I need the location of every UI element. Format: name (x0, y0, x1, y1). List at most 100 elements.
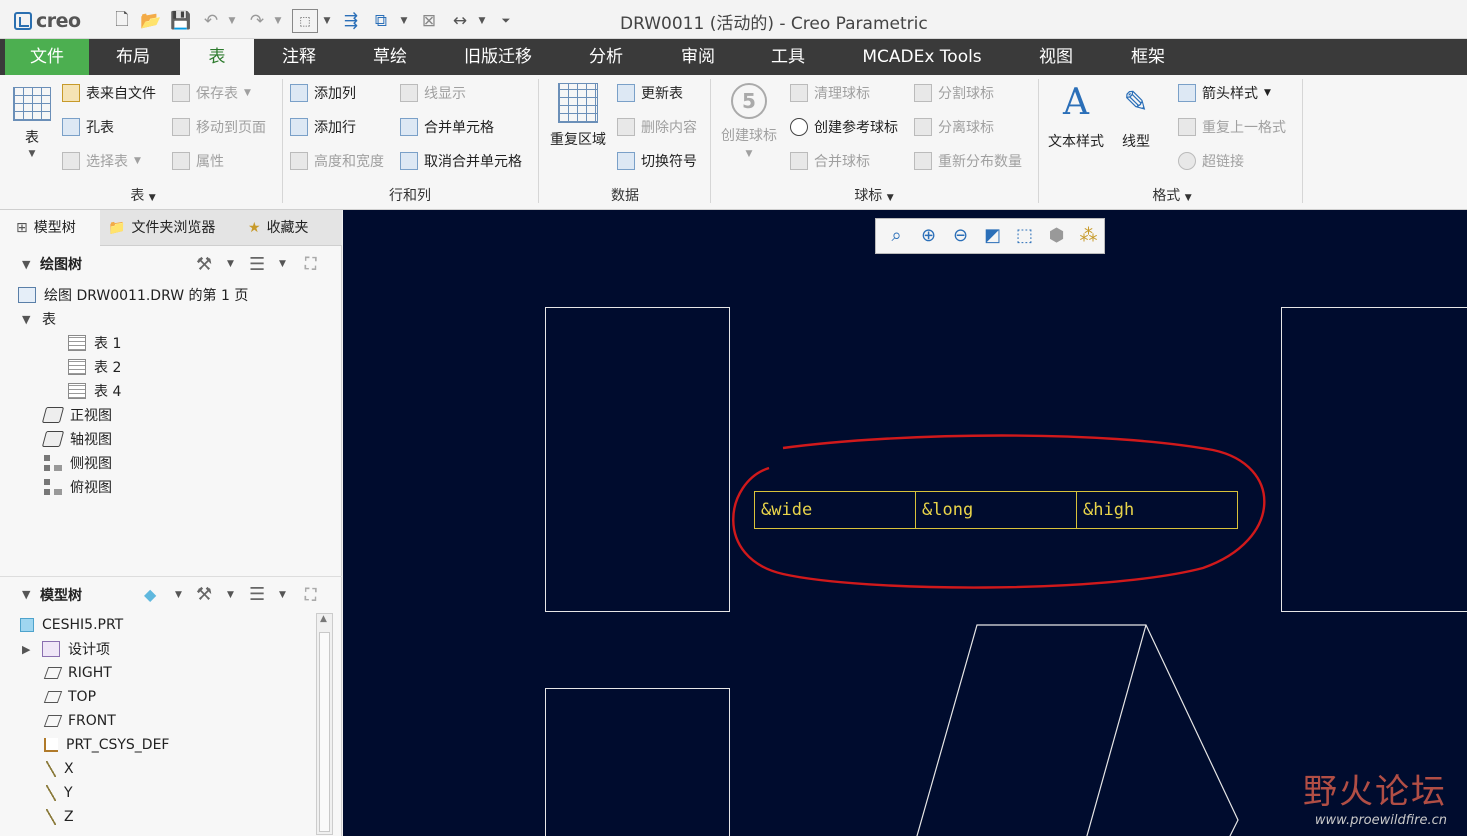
model-selector-icon[interactable]: ◆ (144, 585, 156, 604)
repeat-region-button[interactable]: 重复区域 (546, 83, 610, 149)
settings-dropdown-icon[interactable]: ▼ (227, 590, 234, 600)
redistribute-quantities-button[interactable]: 重新分布数量 (914, 151, 1022, 171)
model-tree-header[interactable]: ▼ 模型树 ◆ ▼ ⚒ ▼ ☰ ▼ ⛶ (0, 576, 342, 612)
tab-table[interactable]: 表 (180, 39, 254, 75)
tab-model-tree[interactable]: ⊞ 模型树 (0, 210, 100, 246)
tab-mcadex-tools[interactable]: MCADEx Tools (848, 39, 996, 75)
add-row-button[interactable]: 添加行 (290, 117, 356, 137)
table-cell-high[interactable]: &high (1077, 492, 1237, 528)
arrow-style-button[interactable]: 箭头样式 ▼ (1178, 83, 1271, 103)
tab-review[interactable]: 审阅 (664, 39, 732, 75)
create-reference-balloon-button[interactable]: 创建参考球标 (790, 117, 898, 137)
filter-icon[interactable]: ⛶ (305, 254, 316, 274)
model-tree-scrollbar[interactable]: ▲ (316, 613, 333, 835)
table-big-button[interactable]: 表 ▼ (10, 87, 54, 159)
tree-table-item[interactable]: 表 1 (68, 332, 121, 354)
open-icon[interactable]: 📂 (140, 10, 162, 32)
tree-tables-node[interactable]: ▼ 表 (22, 308, 56, 330)
close-window-icon[interactable]: ⊠ (418, 10, 440, 32)
remove-content-button[interactable]: 删除内容 (617, 117, 697, 137)
settings-icon[interactable]: ⚒ (196, 584, 212, 605)
unmerge-cells-button[interactable]: 取消合并单元格 (400, 151, 522, 171)
merge-balloons-button[interactable]: 合并球标 (790, 151, 870, 171)
show-icon[interactable]: ☰ (249, 584, 265, 605)
scrollbar-thumb[interactable] (319, 632, 330, 832)
tree-datum-plane[interactable]: RIGHT (43, 662, 112, 684)
model-selector-dropdown-icon[interactable]: ▼ (175, 590, 182, 600)
windows-icon[interactable]: ⧉ (370, 10, 392, 32)
tab-favorites[interactable]: ★ 收藏夹 (244, 210, 342, 246)
tree-view-item[interactable]: 轴视图 (41, 428, 112, 450)
tree-table-item[interactable]: 表 4 (68, 380, 121, 402)
select-box-icon[interactable]: ⬚ (292, 9, 318, 33)
move-to-sheet-button[interactable]: 移动到页面 (172, 117, 266, 137)
tab-sketch[interactable]: 草绘 (352, 39, 428, 75)
save-table-button[interactable]: 保存表 ▼ (172, 83, 251, 103)
redo-dropdown-icon[interactable]: ▼ (272, 10, 284, 32)
dimension-dropdown-icon[interactable]: ▼ (476, 10, 488, 32)
tab-file[interactable]: 文件 (5, 39, 89, 75)
show-icon[interactable]: ☰ (249, 254, 265, 275)
expand-icon[interactable]: ▶ (22, 643, 34, 656)
tab-layout[interactable]: 布局 (95, 39, 171, 75)
table-cell-wide[interactable]: &wide (755, 492, 916, 528)
new-icon[interactable]: 🗋 (112, 10, 132, 32)
line-style-button[interactable]: ✎ 线型 (1112, 81, 1160, 151)
create-balloon-button[interactable]: 5 创建球标 ▼ (716, 83, 782, 159)
expand-icon[interactable]: ▼ (22, 313, 34, 326)
hole-table-button[interactable]: 孔表 (62, 117, 114, 137)
tree-view-item[interactable]: 侧视图 (44, 452, 112, 474)
settings-dropdown-icon[interactable]: ▼ (227, 259, 234, 269)
tree-datum-plane[interactable]: TOP (43, 686, 96, 708)
line-display-button[interactable]: 线显示 (400, 83, 466, 103)
tree-feature-item[interactable]: ▶ 设计项 (22, 638, 110, 660)
format-group-label[interactable]: 格式 ▼ (1144, 185, 1200, 205)
add-column-button[interactable]: 添加列 (290, 83, 356, 103)
save-icon[interactable]: 💾 (170, 10, 192, 32)
tree-datum-plane[interactable]: FRONT (43, 710, 116, 732)
balloon-group-label[interactable]: 球标 ▼ (846, 185, 902, 205)
clean-balloons-button[interactable]: 清理球标 (790, 83, 870, 103)
properties-button[interactable]: 属性 (172, 151, 224, 171)
table-from-file-button[interactable]: 表来自文件 (62, 83, 156, 103)
drawing-table[interactable]: &wide &long &high (754, 491, 1238, 529)
redo-icon[interactable]: ↷ (246, 10, 268, 32)
dimension-icon[interactable]: ↔ (448, 10, 472, 32)
split-balloon-button[interactable]: 分割球标 (914, 83, 994, 103)
tab-folder-browser[interactable]: 📁 文件夹浏览器 (104, 210, 238, 246)
filter-icon[interactable]: ⛶ (305, 585, 316, 605)
tab-analysis[interactable]: 分析 (572, 39, 640, 75)
update-tables-button[interactable]: 更新表 (617, 83, 683, 103)
repeat-last-format-button[interactable]: 重复上一格式 (1178, 117, 1286, 137)
undo-dropdown-icon[interactable]: ▼ (226, 10, 238, 32)
tree-part-item[interactable]: CESHI5.PRT (20, 614, 123, 636)
drawing-canvas[interactable]: ⌕ ⊕ ⊖ ◩ ⬚ ⬢ ⁂ &wide &long &high 野火论坛 www… (343, 210, 1467, 836)
tree-sheet-item[interactable]: 绘图 DRW0011.DRW 的第 1 页 (18, 284, 248, 306)
table-group-label[interactable]: 表 ▼ (120, 185, 166, 205)
show-dropdown-icon[interactable]: ▼ (279, 259, 286, 269)
tree-view-item[interactable]: 正视图 (41, 404, 112, 426)
tree-view-item[interactable]: 俯视图 (44, 476, 112, 498)
collapse-icon[interactable]: ▼ (22, 258, 34, 271)
settings-icon[interactable]: ⚒ (196, 254, 212, 275)
show-dropdown-icon[interactable]: ▼ (279, 590, 286, 600)
tree-axis[interactable]: X (46, 758, 74, 780)
tab-view[interactable]: 视图 (1024, 39, 1088, 75)
tree-csys[interactable]: PRT_CSYS_DEF (44, 734, 169, 756)
tab-tools[interactable]: 工具 (756, 39, 820, 75)
select-table-button[interactable]: 选择表 ▼ (62, 151, 141, 171)
regenerate-icon[interactable]: ⇶ (340, 10, 362, 32)
select-dropdown-icon[interactable]: ▼ (320, 10, 334, 32)
tree-table-item[interactable]: 表 2 (68, 356, 121, 378)
tab-legacy-migration[interactable]: 旧版迁移 (454, 39, 542, 75)
collapse-icon[interactable]: ▼ (22, 588, 34, 601)
hyperlink-button[interactable]: 超链接 (1178, 151, 1244, 171)
merge-cells-button[interactable]: 合并单元格 (400, 117, 494, 137)
undo-icon[interactable]: ↶ (200, 10, 222, 32)
text-style-button[interactable]: A 文本样式 (1044, 81, 1108, 151)
table-cell-long[interactable]: &long (916, 492, 1077, 528)
switch-symbols-button[interactable]: 切换符号 (617, 151, 697, 171)
height-width-button[interactable]: 高度和宽度 (290, 151, 384, 171)
detach-balloon-button[interactable]: 分离球标 (914, 117, 994, 137)
tree-axis[interactable]: Z (46, 806, 74, 828)
